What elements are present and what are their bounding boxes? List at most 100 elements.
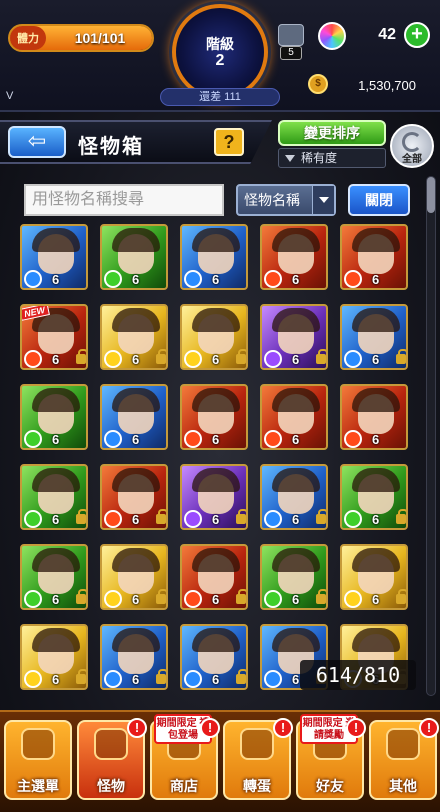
monster-card[interactable]: 6 [340, 384, 408, 450]
monster-card[interactable]: 6 [340, 544, 408, 610]
monster-art [32, 628, 80, 652]
lock-icon [156, 589, 166, 604]
nav-friends[interactable]: 好友 期間限定 邀請獎勵! [296, 714, 366, 800]
monster-level: 6 [212, 512, 220, 527]
monster-level: 6 [212, 672, 220, 687]
monster-card[interactable]: 6 NEW [20, 304, 88, 370]
monster-card[interactable]: 6 [340, 464, 408, 530]
monster-card[interactable]: 6 [20, 464, 88, 530]
monster-level: 6 [52, 432, 60, 447]
water-element-icon [264, 510, 282, 528]
monster-art [272, 388, 320, 412]
monster-card[interactable]: 6 [180, 544, 248, 610]
monster-card[interactable]: 6 [260, 304, 328, 370]
search-input[interactable]: 用怪物名稱搜尋 [24, 184, 224, 216]
light-element-icon [104, 350, 122, 368]
monster-art [352, 548, 400, 572]
filter-icon [285, 155, 295, 163]
monster-card[interactable]: 6 [180, 624, 248, 690]
egg-icon [240, 728, 274, 760]
nav-house[interactable]: 主選單 [4, 720, 72, 800]
monster-card[interactable]: 6 [100, 384, 168, 450]
monster-art [192, 548, 240, 572]
monster-level: 6 [292, 592, 300, 607]
monster-card[interactable]: 6 [100, 464, 168, 530]
monster-level: 6 [52, 512, 60, 527]
orb-count: 42 [378, 26, 396, 43]
monster-level: 6 [212, 352, 220, 367]
light-element-icon [104, 590, 122, 608]
close-search-button[interactable]: 關閉 [348, 184, 410, 216]
fire-element-icon [344, 430, 362, 448]
rank-badge[interactable]: 階級 2 [172, 4, 268, 100]
monster-card[interactable]: 6 [180, 224, 248, 290]
lock-icon [76, 589, 86, 604]
nav-label: 商店 [170, 778, 198, 794]
monster-card[interactable]: 6 [340, 304, 408, 370]
monster-level: 6 [132, 592, 140, 607]
scrollbar[interactable] [426, 176, 436, 696]
search-type-value: 怪物名稱 [244, 192, 300, 208]
monster-level: 6 [132, 512, 140, 527]
rank-label: 階級 [206, 36, 234, 52]
monster-card[interactable]: 6 [260, 224, 328, 290]
nav-monster[interactable]: 怪物! [77, 718, 147, 800]
all-filter-button[interactable]: 全部 [390, 124, 434, 168]
lock-icon [156, 669, 166, 684]
monster-level: 6 [52, 672, 60, 687]
change-sort-button[interactable]: 變更排序 [278, 120, 386, 146]
buy-orbs-button[interactable]: + [404, 22, 430, 48]
monster-art [272, 628, 320, 652]
wood-element-icon [24, 430, 42, 448]
monster-card[interactable]: 6 [180, 384, 248, 450]
monster-level: 6 [292, 432, 300, 447]
monster-card[interactable]: 6 [260, 384, 328, 450]
monster-art [192, 228, 240, 252]
monster-card[interactable]: 6 [20, 624, 88, 690]
water-element-icon [184, 670, 202, 688]
status-bar: 體力 101/101 階級 2 還差 111 5 42 + $ 1,530,70… [0, 0, 440, 112]
monster-card[interactable]: 6 [100, 624, 168, 690]
nav-egg[interactable]: 轉蛋! [223, 718, 293, 800]
monster-level: 6 [372, 432, 380, 447]
monster-card[interactable]: 6 [260, 544, 328, 610]
monster-card[interactable]: 6 [100, 224, 168, 290]
monster-art [192, 628, 240, 652]
light-element-icon [24, 670, 42, 688]
lock-icon [156, 509, 166, 524]
lock-icon [76, 669, 86, 684]
monster-card[interactable]: 6 [20, 224, 88, 290]
stamina-value: 101/101 [74, 30, 126, 46]
page-header: ⇦ 怪物箱 ? 變更排序 稀有度 全部 [0, 116, 440, 168]
monster-art [352, 228, 400, 252]
monster-card[interactable]: 6 [180, 464, 248, 530]
nav-other[interactable]: 其他! [369, 718, 439, 800]
monster-card[interactable]: 6 [100, 304, 168, 370]
nav-label: 主選單 [17, 778, 59, 794]
monster-card[interactable]: 6 [20, 544, 88, 610]
monster-card[interactable]: 6 [20, 384, 88, 450]
wood-element-icon [344, 510, 362, 528]
alert-badge: ! [200, 718, 220, 738]
help-button[interactable]: ? [214, 128, 244, 156]
monster-card[interactable]: 6 [260, 464, 328, 530]
monster-card[interactable]: 6 [180, 304, 248, 370]
sort-field[interactable]: 稀有度 [278, 148, 386, 168]
house-icon [21, 728, 55, 760]
monster-card[interactable]: 6 [340, 224, 408, 290]
gift-box-button[interactable]: 5 [276, 18, 306, 60]
search-type-select[interactable]: 怪物名稱 [236, 184, 336, 216]
scrollbar-thumb[interactable] [427, 177, 435, 213]
monster-card[interactable]: 6 [100, 544, 168, 610]
all-filter-label: 全部 [402, 154, 422, 165]
back-button[interactable]: ⇦ [8, 126, 66, 158]
monster-art [192, 468, 240, 492]
back-arrow-icon: ⇦ [27, 128, 47, 153]
wood-element-icon [24, 590, 42, 608]
monster-art [352, 468, 400, 492]
monster-level: 6 [132, 672, 140, 687]
nav-shop[interactable]: 商店 期間限定 禮包登場! [150, 714, 220, 800]
lock-icon [76, 349, 86, 364]
dark-element-icon [264, 350, 282, 368]
fire-element-icon [184, 430, 202, 448]
